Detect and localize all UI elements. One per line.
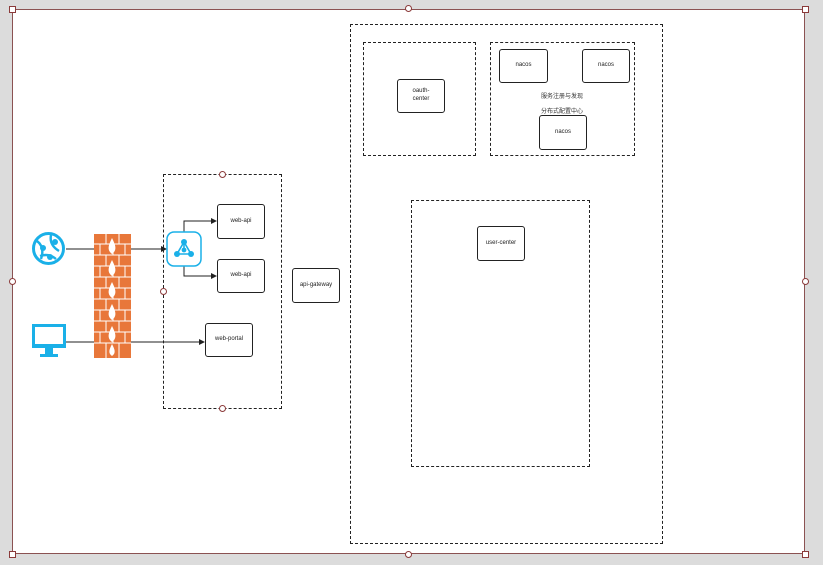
group-handle-top[interactable] bbox=[219, 171, 226, 178]
load-balancer-icon[interactable] bbox=[166, 231, 202, 267]
nacos-node-1[interactable]: nacos bbox=[499, 49, 548, 83]
group-handle-bottom[interactable] bbox=[219, 405, 226, 412]
user-center-node[interactable]: user-center bbox=[477, 226, 525, 261]
api-gateway-node[interactable]: api-gateway bbox=[292, 268, 340, 303]
web-api-node-1[interactable]: web-api bbox=[217, 204, 265, 239]
oauth-center-node[interactable]: oauth- center bbox=[397, 79, 445, 113]
web-portal-node[interactable]: web-portal bbox=[205, 323, 253, 357]
monitor-icon bbox=[31, 323, 67, 359]
globe-network-icon bbox=[31, 231, 66, 266]
config-center-label: 分布式配置中心 bbox=[540, 109, 584, 115]
nacos-node-2[interactable]: nacos bbox=[582, 49, 630, 83]
nacos-node-3[interactable]: nacos bbox=[539, 115, 587, 150]
web-api-node-2[interactable]: web-api bbox=[217, 259, 265, 293]
firewall-icon bbox=[94, 234, 131, 358]
group-handle-left[interactable] bbox=[160, 288, 167, 295]
service-registry-label: 服务注册与发现 bbox=[540, 94, 584, 100]
